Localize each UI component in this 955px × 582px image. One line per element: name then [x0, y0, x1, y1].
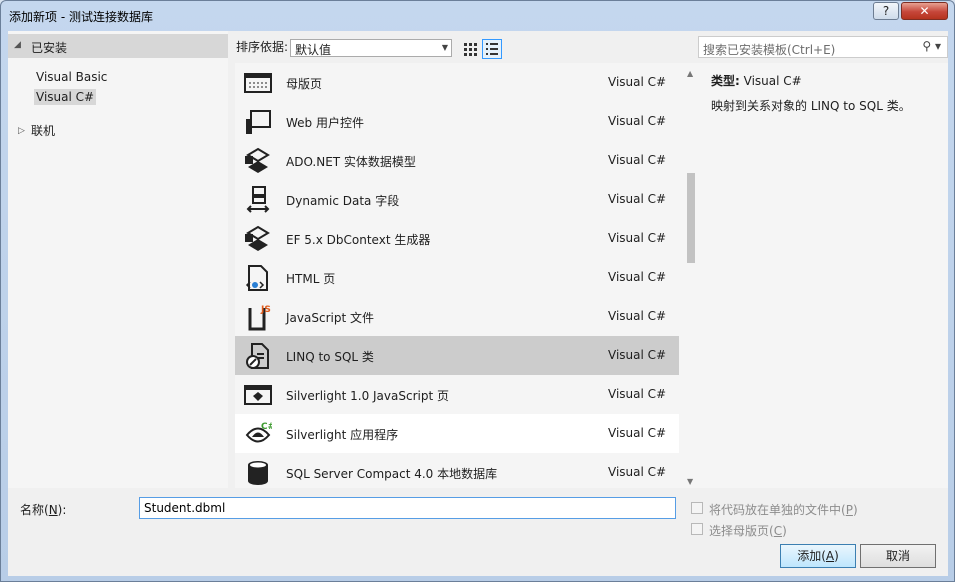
- list-view-icon: [486, 43, 498, 55]
- dynamic-data-icon: [246, 186, 270, 213]
- collapsed-arrow-icon[interactable]: ▷: [18, 126, 25, 136]
- master-page-checkbox[interactable]: [691, 523, 703, 535]
- template-language: Visual C#: [608, 465, 667, 479]
- cancel-button[interactable]: 取消: [860, 544, 936, 568]
- entity-model-icon: [245, 147, 270, 173]
- silverlight-js-page-icon: [244, 385, 272, 405]
- expanded-arrow-icon[interactable]: ◢: [14, 40, 21, 50]
- category-tree: ◢ 已安装 Visual Basic Visual C# ▷ 联机: [8, 31, 228, 488]
- javascript-file-icon: JS: [248, 305, 271, 331]
- sort-label: 排序依据:: [236, 40, 289, 54]
- template-name: SQL Server Compact 4.0 本地数据库: [286, 467, 498, 481]
- details-pane: 类型: Visual C# 映射到关系对象的 LINQ to SQL 类。: [698, 63, 948, 488]
- grid-view-icon: [464, 43, 477, 56]
- template-item[interactable]: ADO.NET 实体数据模型 Visual C#: [235, 141, 679, 180]
- template-name: Silverlight 应用程序: [286, 428, 399, 442]
- separate-file-checkbox[interactable]: [691, 502, 703, 514]
- window-title: 添加新项 - 测试连接数据库: [9, 10, 153, 24]
- template-name: EF 5.x DbContext 生成器: [286, 233, 431, 247]
- dbcontext-generator-icon: [245, 225, 270, 251]
- master-page-icon: [244, 73, 272, 93]
- search-box[interactable]: 搜索已安装模板(Ctrl+E) ⚲ ▾: [698, 36, 948, 58]
- master-page-label: 选择母版页(C): [709, 524, 787, 538]
- template-description: 映射到关系对象的 LINQ to SQL 类。: [711, 99, 911, 113]
- medium-icons-view-button[interactable]: [460, 39, 480, 59]
- help-button[interactable]: ?: [873, 2, 899, 20]
- template-item[interactable]: C# Silverlight 应用程序 Visual C#: [235, 414, 679, 453]
- tree-node-installed[interactable]: ◢ 已安装: [8, 34, 228, 58]
- type-line: 类型: Visual C#: [711, 72, 802, 89]
- template-item[interactable]: Dynamic Data 字段 Visual C#: [235, 180, 679, 219]
- scroll-thumb[interactable]: [687, 173, 695, 263]
- sort-value: 默认值: [295, 43, 332, 57]
- sort-combobox[interactable]: 默认值 ▼: [290, 39, 452, 57]
- template-name: HTML 页: [286, 272, 336, 286]
- template-list-scrollbar[interactable]: ▲ ▼: [685, 63, 699, 488]
- template-language: Visual C#: [608, 75, 667, 89]
- template-language: Visual C#: [608, 387, 667, 401]
- template-language: Visual C#: [608, 192, 667, 206]
- dropdown-arrow-icon: ▼: [441, 43, 448, 52]
- template-item[interactable]: 母版页 Visual C#: [235, 63, 679, 102]
- template-item[interactable]: EF 5.x DbContext 生成器 Visual C#: [235, 219, 679, 258]
- close-button[interactable]: ✕: [901, 2, 948, 20]
- template-language: Visual C#: [608, 270, 667, 284]
- dialog-content: ◢ 已安装 Visual Basic Visual C# ▷ 联机 排序依据: …: [8, 31, 948, 576]
- html-page-icon: [245, 265, 268, 291]
- svg-text:JS: JS: [260, 305, 271, 315]
- template-language: Visual C#: [608, 348, 667, 362]
- template-name: Silverlight 1.0 JavaScript 页: [286, 389, 449, 403]
- template-item[interactable]: Silverlight 1.0 JavaScript 页 Visual C#: [235, 375, 679, 414]
- dialog-window: 添加新项 - 测试连接数据库 ? ✕ ◢ 已安装 Visual Basic Vi…: [0, 0, 955, 582]
- type-value: Visual C#: [743, 74, 802, 88]
- web-user-control-icon: [246, 110, 271, 134]
- search-icon[interactable]: ⚲ ▾: [922, 39, 941, 53]
- template-list: 母版页 Visual C# Web 用户控件 Visual C# ADO.NET…: [235, 63, 687, 488]
- tree-node-online[interactable]: 联机: [31, 122, 55, 139]
- template-name: Dynamic Data 字段: [286, 194, 400, 208]
- name-label: 名称(N):: [20, 503, 67, 517]
- template-item[interactable]: Web 用户控件 Visual C#: [235, 102, 679, 141]
- template-name: JavaScript 文件: [286, 311, 374, 325]
- template-name: 母版页: [286, 77, 323, 91]
- name-input[interactable]: [139, 497, 676, 519]
- title-bar[interactable]: 添加新项 - 测试连接数据库 ? ✕: [1, 1, 954, 31]
- add-button[interactable]: 添加(A): [780, 544, 856, 568]
- template-name: ADO.NET 实体数据模型: [286, 155, 416, 169]
- linq-to-sql-icon: [246, 343, 269, 369]
- silverlight-app-icon: C#: [245, 422, 272, 443]
- tree-item-visual-csharp[interactable]: Visual C#: [34, 89, 97, 105]
- template-name: LINQ to SQL 类: [286, 350, 374, 364]
- template-language: Visual C#: [608, 426, 667, 440]
- details-view-button[interactable]: [482, 39, 502, 59]
- tree-item-visual-basic[interactable]: Visual Basic: [36, 70, 107, 84]
- template-item[interactable]: SQL Server Compact 4.0 本地数据库 Visual C#: [235, 453, 679, 488]
- tree-label-installed: 已安装: [31, 41, 68, 55]
- template-language: Visual C#: [608, 114, 667, 128]
- template-language: Visual C#: [608, 231, 667, 245]
- scroll-down-icon[interactable]: ▼: [687, 477, 693, 486]
- template-item-selected[interactable]: LINQ to SQL 类 Visual C#: [235, 336, 679, 375]
- svg-text:C#: C#: [261, 422, 272, 432]
- type-label: 类型:: [711, 74, 740, 88]
- template-item[interactable]: HTML 页 Visual C#: [235, 258, 679, 297]
- template-language: Visual C#: [608, 309, 667, 323]
- template-item[interactable]: JS JavaScript 文件 Visual C#: [235, 297, 679, 336]
- scroll-up-icon[interactable]: ▲: [687, 69, 693, 78]
- template-name: Web 用户控件: [286, 116, 364, 130]
- search-placeholder: 搜索已安装模板(Ctrl+E): [703, 43, 836, 57]
- database-icon: [248, 461, 268, 485]
- separate-file-label: 将代码放在单独的文件中(P): [709, 503, 858, 517]
- template-language: Visual C#: [608, 153, 667, 167]
